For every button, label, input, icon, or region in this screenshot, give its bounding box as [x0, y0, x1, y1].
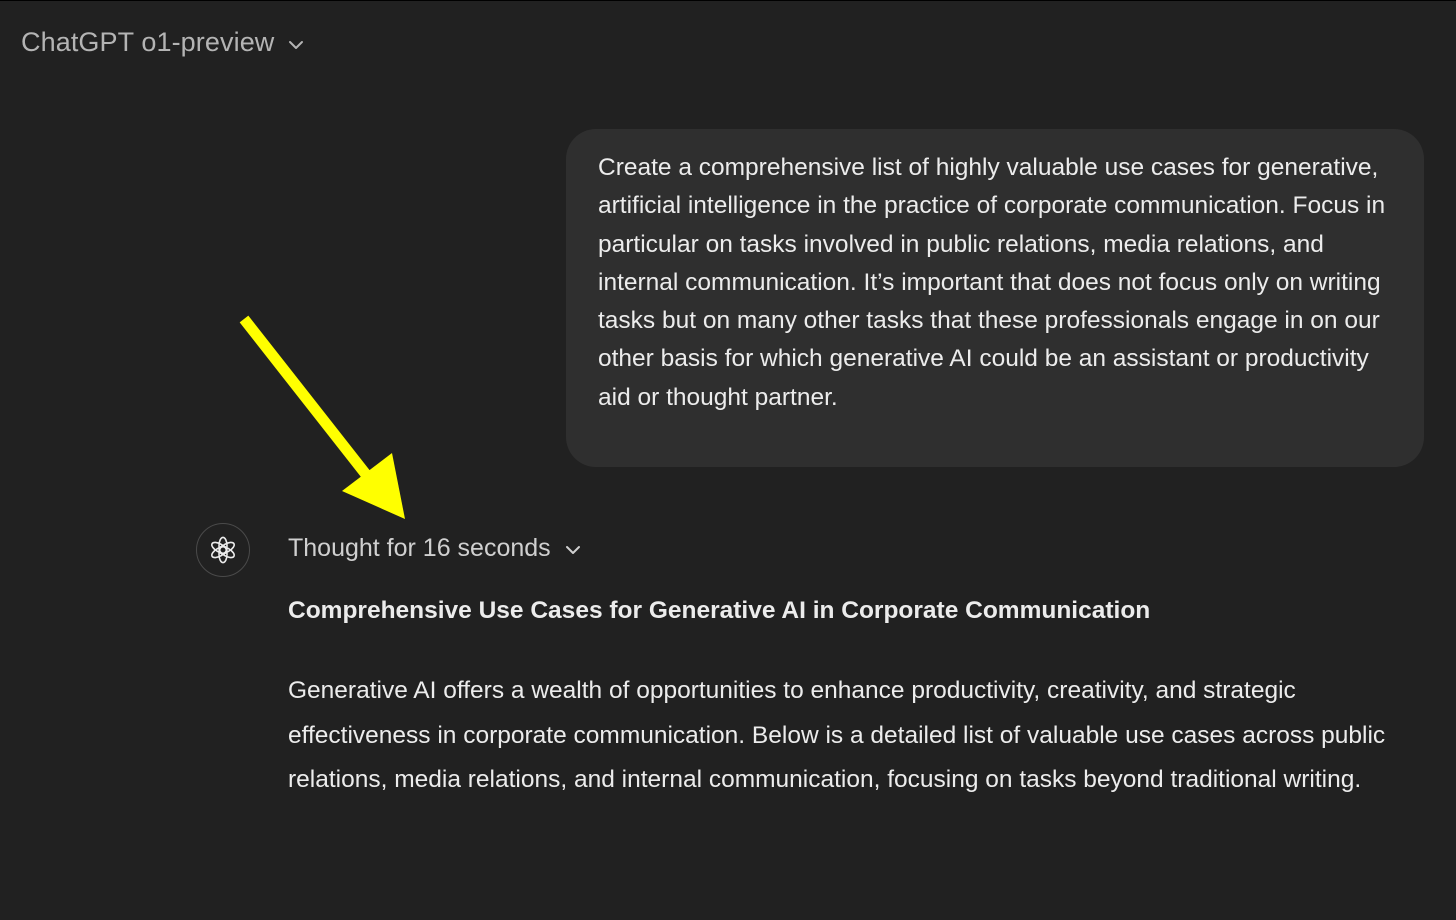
response-intro-paragraph: Generative AI offers a wealth of opportu… — [288, 677, 1386, 794]
response-heading: Comprehensive Use Cases for Generative A… — [288, 597, 1151, 624]
model-name: ChatGPT o1-preview — [21, 27, 275, 57]
user-message-bubble: Create a comprehensive list of highly va… — [566, 129, 1424, 467]
thought-toggle[interactable]: Thought for 16 seconds — [288, 534, 583, 563]
chevron-down-icon — [563, 540, 583, 560]
chevron-down-icon — [286, 35, 306, 55]
user-message-text: Create a comprehensive list of highly va… — [598, 154, 1386, 411]
model-selector[interactable]: ChatGPT o1-preview — [21, 27, 306, 58]
chat-page: ChatGPT o1-preview Create a comprehensiv… — [0, 0, 1456, 920]
thought-duration-label: Thought for 16 seconds — [288, 534, 551, 562]
openai-logo-icon — [211, 536, 235, 564]
assistant-avatar — [196, 523, 250, 577]
